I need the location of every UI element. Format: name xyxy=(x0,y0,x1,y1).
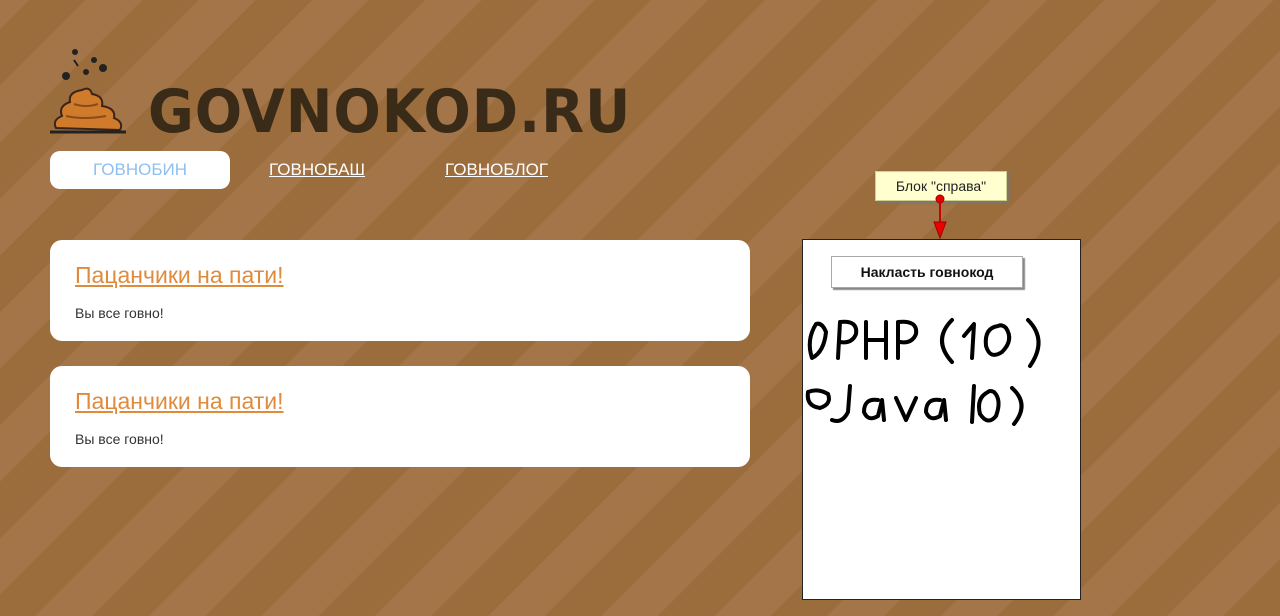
handwritten-bullet-icon xyxy=(805,388,831,410)
nav-item-govnoblog[interactable]: ГОВНОБЛОГ xyxy=(445,160,548,180)
post-title-link[interactable]: Пацанчики на пати! xyxy=(75,262,284,289)
nav-item-govnobin[interactable]: ГОВНОБИН xyxy=(50,151,230,189)
post-title-link[interactable]: Пацанчики на пати! xyxy=(75,388,284,415)
site-logo[interactable]: GOVNOKOD.RU xyxy=(48,46,668,142)
post-card: Пацанчики на пати! Вы все говно! xyxy=(50,366,750,467)
nav-item-govnobash[interactable]: ГОВНОБАШ xyxy=(269,160,365,180)
post-code-button[interactable]: Накласть говнокод xyxy=(831,256,1023,288)
poop-logo-icon xyxy=(50,49,126,134)
annotation-arrow-icon xyxy=(933,194,947,240)
handwritten-bullet-icon xyxy=(807,321,828,360)
handwritten-language-list xyxy=(805,318,1041,426)
post-body: Вы все говно! xyxy=(75,305,164,321)
post-body: Вы все говно! xyxy=(75,431,164,447)
site-title: GOVNOKOD.RU xyxy=(148,77,632,147)
post-card: Пацанчики на пати! Вы все говно! xyxy=(50,240,750,341)
main-nav: ГОВНОБИН ГОВНОБАШ ГОВНОБЛОГ xyxy=(50,151,548,189)
